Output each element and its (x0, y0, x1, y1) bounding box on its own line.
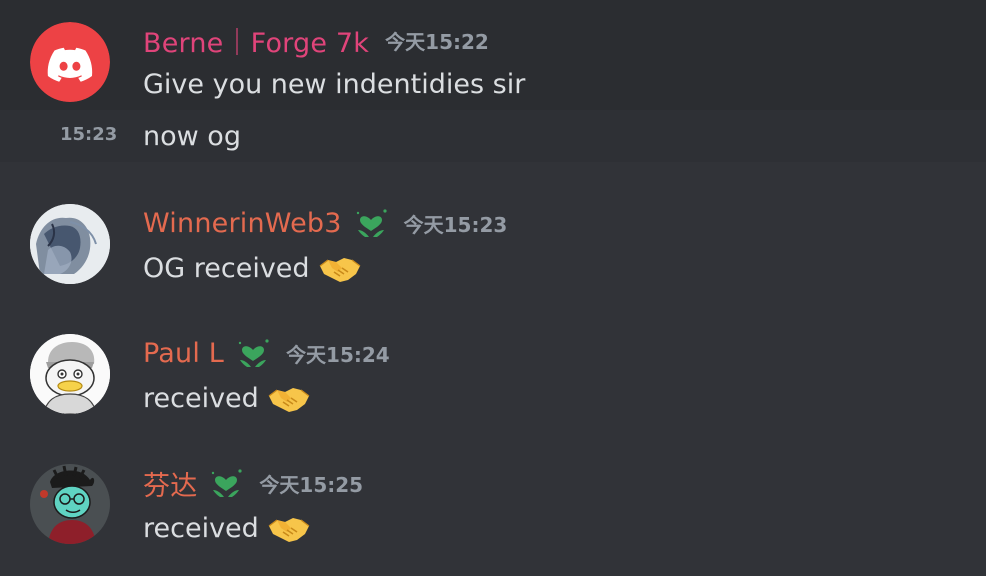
message-group[interactable]: Berne｜Forge 7k 今天15:22 Give you new inde… (0, 0, 986, 162)
followup-timestamp: 15:23 (60, 124, 118, 145)
message-group[interactable]: Paul L 今天15:24 received (0, 320, 986, 430)
message-content: received (143, 508, 311, 548)
username[interactable]: 芬达 (143, 464, 197, 503)
green-heart-plant-icon[interactable] (236, 336, 270, 370)
username[interactable]: WinnerinWeb3 (143, 208, 342, 239)
message-header: 芬达 今天15:25 (143, 464, 364, 503)
username[interactable]: Paul L (143, 338, 224, 369)
message-group[interactable]: 芬达 今天15:25 received (0, 450, 986, 570)
message-header: Berne｜Forge 7k 今天15:22 (143, 21, 489, 60)
sketch-avatar[interactable] (30, 204, 110, 284)
cartoon-avatar[interactable] (30, 464, 110, 544)
handshake-icon (319, 258, 360, 282)
timestamp: 今天15:23 (403, 212, 508, 237)
timestamp: 今天15:22 (385, 29, 489, 54)
green-heart-plant-icon[interactable] (209, 466, 243, 500)
message-text: received (143, 512, 259, 544)
timestamp: 今天15:24 (286, 342, 390, 367)
message-content: OG received (143, 248, 362, 288)
message-content: Give you new indentidies sir (143, 68, 526, 100)
message-content: received (143, 378, 311, 418)
username[interactable]: Berne｜Forge 7k (143, 21, 369, 60)
duck-avatar[interactable] (30, 334, 110, 414)
discord-logo-avatar[interactable] (30, 22, 110, 102)
green-heart-plant-icon[interactable] (354, 206, 388, 240)
handshake-icon (268, 388, 310, 412)
followup-message-content: now og (143, 120, 241, 152)
message-group[interactable]: WinnerinWeb3 今天15:23 OG received (0, 190, 986, 300)
handshake-icon (268, 518, 310, 542)
timestamp: 今天15:25 (259, 472, 364, 497)
message-text: received (143, 382, 259, 414)
message-header: WinnerinWeb3 今天15:23 (143, 205, 507, 241)
message-header: Paul L 今天15:24 (143, 335, 390, 371)
message-text: OG received (143, 252, 310, 284)
